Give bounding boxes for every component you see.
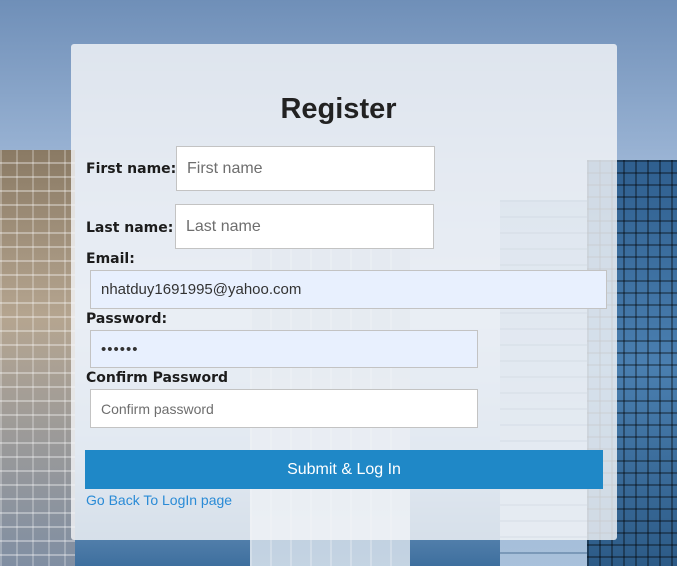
- back-to-login-link[interactable]: Go Back To LogIn page: [86, 492, 232, 508]
- password-label: Password:: [86, 311, 168, 327]
- last-name-label: Last name:: [86, 220, 174, 236]
- email-input[interactable]: [90, 270, 607, 309]
- confirm-password-input[interactable]: [90, 389, 478, 428]
- page-title: Register: [280, 93, 397, 125]
- password-input[interactable]: [90, 330, 478, 368]
- building-left: [0, 150, 75, 566]
- last-name-input[interactable]: [175, 204, 434, 249]
- first-name-input[interactable]: [176, 146, 435, 191]
- submit-button[interactable]: Submit & Log In: [85, 450, 603, 489]
- email-label: Email:: [86, 251, 135, 267]
- confirm-password-label: Confirm Password: [86, 370, 229, 386]
- first-name-label: First name:: [86, 161, 177, 177]
